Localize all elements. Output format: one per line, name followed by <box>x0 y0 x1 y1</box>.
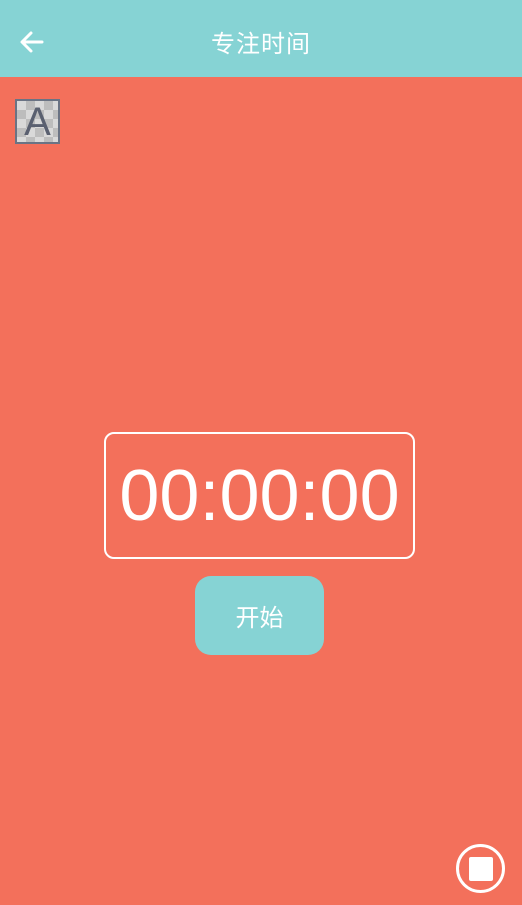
stop-icon <box>468 856 493 881</box>
start-button[interactable]: 开始 <box>195 576 324 655</box>
timer-display: 00:00:00 <box>104 432 415 559</box>
placeholder-glyph: A <box>24 99 51 144</box>
page-title: 专注时间 <box>211 30 311 58</box>
timer-value: 00:00:00 <box>119 455 400 536</box>
app-header: 专注时间 <box>0 0 522 77</box>
start-button-label: 开始 <box>235 604 284 632</box>
image-placeholder-icon: A <box>15 99 60 144</box>
stop-button[interactable] <box>456 844 505 893</box>
